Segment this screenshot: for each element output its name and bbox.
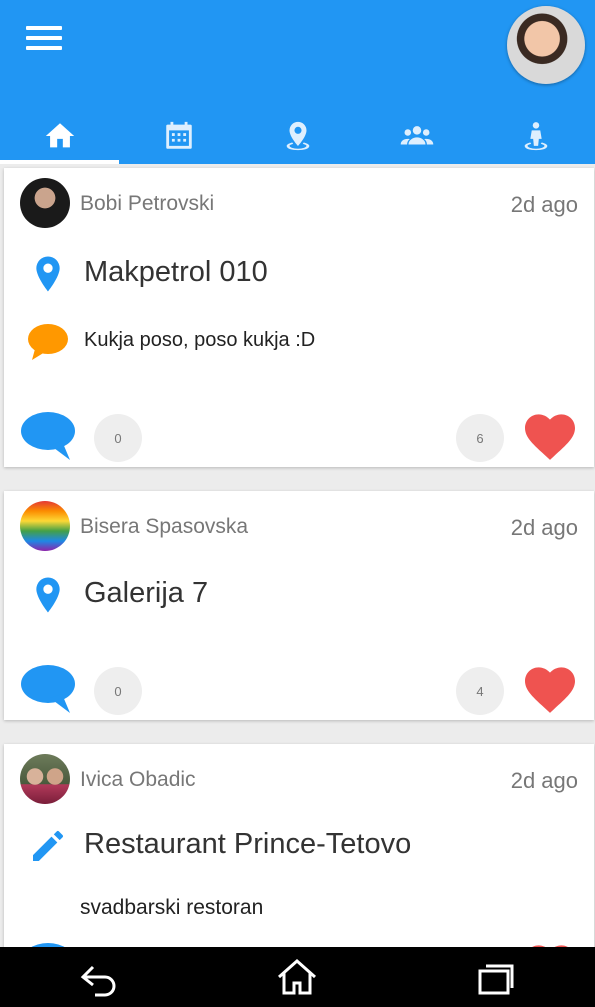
comment-count: 0 [94, 414, 142, 462]
like-count: 4 [456, 667, 504, 715]
map-marker-icon [36, 577, 60, 613]
post-card[interactable]: Bisera Spasovska 2d ago Galerija 7 0 4 [4, 491, 594, 720]
person-pin-icon [524, 122, 547, 151]
map-marker-icon [36, 256, 60, 292]
post-time: 2d ago [510, 192, 578, 217]
place-name: Restaurant Prince-Tetovo [84, 828, 412, 860]
profile-avatar[interactable] [507, 6, 585, 84]
user-name[interactable]: Bobi Petrovski [80, 192, 214, 216]
post-card[interactable]: Ivica Obadic 2d ago Restaurant Prince-Te… [4, 744, 594, 991]
home-nav-icon[interactable] [273, 957, 321, 997]
like-count: 6 [456, 414, 504, 462]
place-name: Makpetrol 010 [84, 256, 268, 288]
home-icon [45, 123, 74, 148]
tab-places[interactable] [238, 108, 357, 164]
comment-button[interactable] [20, 664, 76, 714]
pencil-icon [33, 831, 63, 861]
back-icon[interactable] [75, 957, 123, 997]
comment-button[interactable] [20, 411, 76, 461]
post-card[interactable]: Bobi Petrovski 2d ago Makpetrol 010 Kukj… [4, 168, 594, 467]
group-icon [400, 126, 433, 145]
tab-bar [0, 108, 595, 164]
post-time: 2d ago [510, 768, 578, 793]
comment-text: Kukja poso, poso kukja :D [84, 329, 316, 351]
recent-apps-icon[interactable] [472, 957, 520, 997]
post-actions: 0 6 [20, 411, 578, 463]
comment-count: 0 [94, 667, 142, 715]
avatar[interactable] [20, 178, 70, 228]
heart-icon[interactable] [522, 411, 578, 461]
avatar[interactable] [20, 501, 70, 551]
location-pin-icon [286, 121, 309, 151]
place-name: Galerija 7 [84, 577, 209, 609]
tab-calendar[interactable] [119, 108, 238, 164]
avatar[interactable] [20, 754, 70, 804]
calendar-icon [165, 121, 192, 149]
place-description: svadbarski restoran [80, 896, 264, 919]
speech-bubble-icon [28, 324, 68, 360]
tab-home[interactable] [0, 108, 119, 164]
post-actions: 0 4 [20, 664, 578, 716]
tab-friends[interactable] [357, 108, 476, 164]
post-time: 2d ago [510, 515, 578, 540]
user-name[interactable]: Ivica Obadic [80, 768, 196, 792]
tab-profile[interactable] [476, 108, 595, 164]
heart-icon[interactable] [522, 664, 578, 714]
app-bar [0, 0, 595, 164]
menu-icon[interactable] [26, 26, 62, 50]
system-nav-bar [0, 947, 595, 1007]
user-name[interactable]: Bisera Spasovska [80, 515, 248, 539]
